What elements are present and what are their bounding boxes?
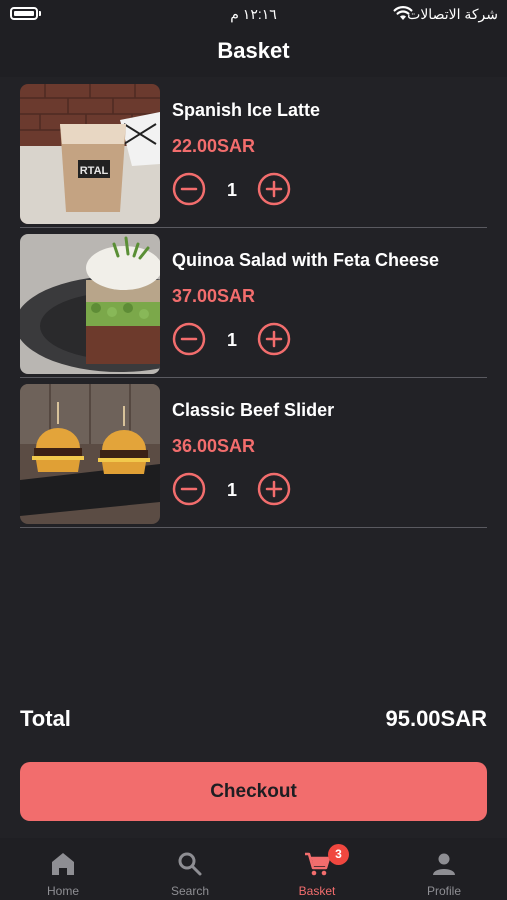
item-image xyxy=(20,384,160,524)
item-price: 36.00SAR xyxy=(172,436,256,456)
item-image xyxy=(20,234,160,374)
basket-item: Classic Beef Slider 36.00SAR 1 xyxy=(20,378,487,528)
home-icon xyxy=(52,853,74,875)
tab-home[interactable]: Home xyxy=(0,838,126,900)
carrier-name: شركة الاتصالات xyxy=(407,6,498,22)
profile-icon xyxy=(433,853,455,875)
tab-profile[interactable]: Profile xyxy=(381,838,507,900)
increase-quantity-button[interactable] xyxy=(257,472,291,506)
item-name: Quinoa Salad with Feta Cheese xyxy=(172,250,440,270)
tab-basket[interactable]: 3 Basket xyxy=(254,838,380,900)
status-bar: ١٢:١٦ م شركة الاتصالات xyxy=(0,0,507,28)
cart-badge: 3 xyxy=(328,844,349,865)
decrease-quantity-button[interactable] xyxy=(172,322,206,356)
basket-item: RTAL Spanish Ice Latte 22.00SAR 1 xyxy=(20,78,487,228)
increase-quantity-button[interactable] xyxy=(257,322,291,356)
tab-label: Basket xyxy=(298,884,336,898)
total-value: 95.00SAR xyxy=(385,706,487,731)
cup-print: RTAL xyxy=(80,165,109,177)
page-title: Basket xyxy=(217,38,290,63)
item-quantity: 1 xyxy=(226,330,237,350)
decrease-quantity-button[interactable] xyxy=(172,172,206,206)
item-image: RTAL xyxy=(20,84,160,224)
item-price: 37.00SAR xyxy=(172,286,256,306)
item-name: Spanish Ice Latte xyxy=(172,100,321,120)
search-icon xyxy=(178,852,202,876)
tab-bar: Home Search 3 Basket Profile xyxy=(0,838,507,900)
item-name: Classic Beef Slider xyxy=(172,400,335,420)
increase-quantity-button[interactable] xyxy=(257,172,291,206)
tab-label: Profile xyxy=(426,884,461,898)
tab-label: Home xyxy=(46,884,79,898)
nav-header: Basket xyxy=(0,28,507,77)
cart-icon xyxy=(305,852,331,876)
item-quantity: 1 xyxy=(226,180,237,200)
total-label: Total xyxy=(20,706,71,731)
item-price: 22.00SAR xyxy=(172,136,256,156)
checkout-button[interactable]: Checkout xyxy=(20,762,487,821)
item-quantity: 1 xyxy=(226,480,237,500)
basket-item: Quinoa Salad with Feta Cheese 37.00SAR 1 xyxy=(20,228,487,378)
tab-label: Search xyxy=(170,884,210,898)
tab-search[interactable]: Search xyxy=(127,838,253,900)
decrease-quantity-button[interactable] xyxy=(172,472,206,506)
